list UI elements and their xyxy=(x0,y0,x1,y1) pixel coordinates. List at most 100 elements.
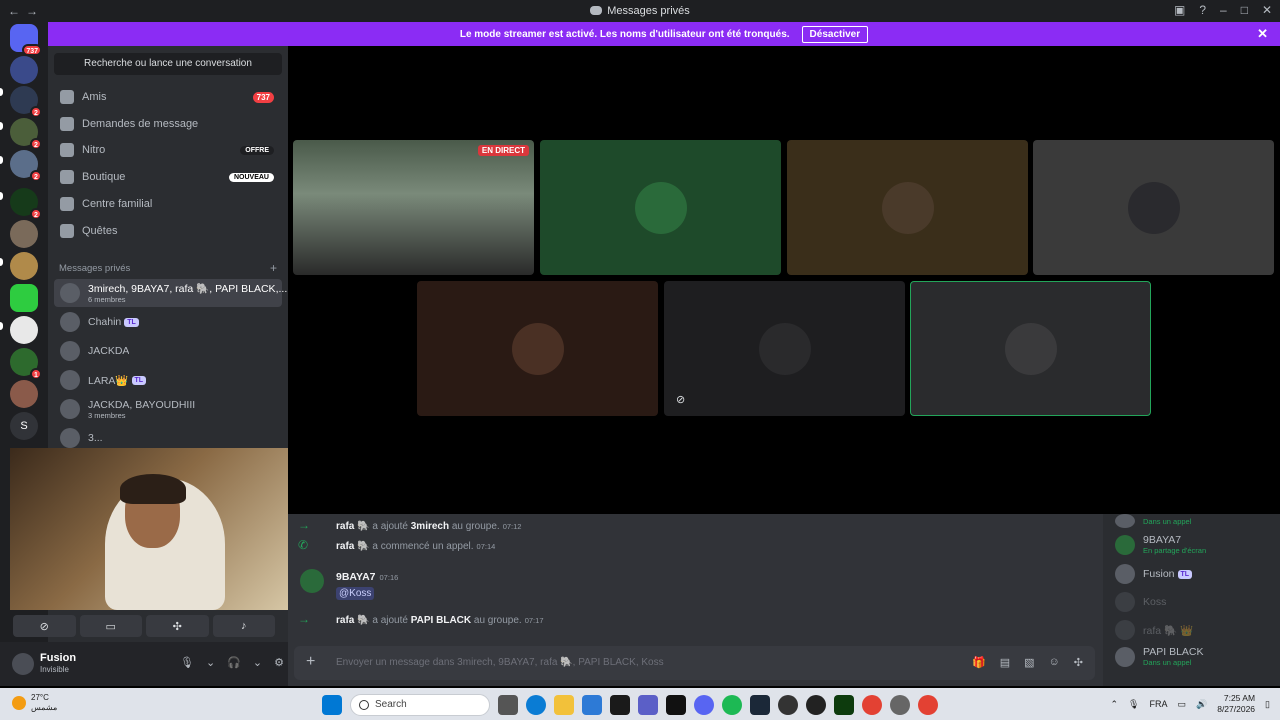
server-icon[interactable] xyxy=(10,284,38,312)
home-button[interactable]: 737 xyxy=(10,24,42,56)
steam-icon[interactable] xyxy=(750,695,770,715)
chevron-down-icon[interactable]: ⌄ xyxy=(206,656,215,669)
gift-icon[interactable]: 🎁 xyxy=(972,656,986,669)
member-item[interactable]: Dans un appel xyxy=(1115,514,1275,528)
sticker-icon[interactable]: ▧ xyxy=(1024,656,1034,669)
app-icon[interactable] xyxy=(834,695,854,715)
microphone-icon[interactable]: 🎙 xyxy=(1128,699,1139,710)
server-icon[interactable]: 2 xyxy=(10,150,42,182)
help-icon[interactable]: ? xyxy=(1199,3,1206,17)
dm-item[interactable]: 3mirech, 9BAYA7, rafa 🐘, PAPI BLACK,... 6… xyxy=(54,279,287,307)
disable-streamer-button[interactable]: Désactiver xyxy=(801,25,869,43)
chevron-up-icon[interactable]: ⌃ xyxy=(1111,699,1119,710)
avatar[interactable] xyxy=(12,653,34,675)
apps-icon[interactable]: ✣ xyxy=(1074,656,1083,669)
participant-tile[interactable] xyxy=(540,140,781,275)
chevron-down-icon[interactable]: ⌄ xyxy=(253,656,262,669)
server-icon[interactable]: 1 xyxy=(10,348,42,380)
member-item[interactable]: Koss xyxy=(1115,592,1275,612)
server-icon[interactable] xyxy=(10,380,38,408)
add-attachment-icon[interactable]: + xyxy=(306,653,315,671)
mention[interactable]: @Koss xyxy=(336,587,375,600)
server-icon[interactable]: S xyxy=(10,412,38,440)
camera-off-button[interactable]: ⊘ xyxy=(13,615,76,637)
dm-item[interactable]: Chahin TL xyxy=(54,308,282,336)
message-composer[interactable]: + Envoyer un message dans 3mirech, 9BAYA… xyxy=(294,646,1095,680)
stream-tile[interactable]: EN DIRECT xyxy=(293,140,534,275)
activities-button[interactable]: ✣ xyxy=(146,615,209,637)
weather-widget[interactable]: 27°C مشمس xyxy=(12,693,57,713)
chat-message: 9BAYA7 07:16 @Koss xyxy=(336,571,399,600)
settings-icon[interactable] xyxy=(890,695,910,715)
inbox-icon[interactable]: ▣ xyxy=(1174,3,1185,17)
search-conversation-button[interactable]: Recherche ou lance une conversation xyxy=(54,53,282,75)
gear-icon[interactable]: ⚙ xyxy=(274,656,284,669)
close-icon[interactable]: ✕ xyxy=(1257,26,1268,42)
windows-start-icon[interactable] xyxy=(322,695,342,715)
clock[interactable]: 7:25 AM 8/27/2026 xyxy=(1217,693,1255,715)
server-icon[interactable]: 2 xyxy=(10,188,42,220)
avatar xyxy=(1115,564,1135,584)
nav-friends[interactable]: Amis 737 xyxy=(54,84,282,110)
server-icon[interactable]: 2 xyxy=(10,118,42,150)
task-view-icon[interactable] xyxy=(498,695,518,715)
dm-item[interactable]: LARA👑 TL xyxy=(54,366,282,394)
close-button[interactable]: ✕ xyxy=(1262,3,1272,17)
file-explorer-icon[interactable] xyxy=(554,695,574,715)
notification-icon[interactable]: ▯ xyxy=(1265,699,1270,710)
spotify-icon[interactable] xyxy=(722,695,742,715)
app-icon[interactable] xyxy=(666,695,686,715)
user-panel: Fusion Invisible 🎙 ⌄ 🎧 ⌄ ⚙ xyxy=(0,642,288,686)
teams-icon[interactable] xyxy=(638,695,658,715)
member-item[interactable]: Fusion TL xyxy=(1115,564,1275,584)
avatar[interactable] xyxy=(300,569,324,593)
server-icon[interactable] xyxy=(10,316,38,344)
edge-icon[interactable] xyxy=(526,695,546,715)
soundboard-button[interactable]: ♪ xyxy=(212,615,275,637)
maximize-button[interactable]: □ xyxy=(1241,3,1248,17)
participant-tile[interactable] xyxy=(1033,140,1274,275)
app-icon[interactable] xyxy=(778,695,798,715)
add-dm-icon[interactable]: + xyxy=(270,261,277,275)
app-icon[interactable] xyxy=(806,695,826,715)
dm-item[interactable]: JACKDA xyxy=(54,337,282,365)
emoji-icon[interactable]: ☺ xyxy=(1049,656,1060,669)
nav-family-center[interactable]: Centre familial xyxy=(54,191,282,217)
gif-icon[interactable]: ▤ xyxy=(1000,656,1010,669)
shop-icon xyxy=(60,170,74,184)
friends-icon xyxy=(60,90,74,104)
discord-icon[interactable] xyxy=(694,695,714,715)
chrome-icon[interactable] xyxy=(862,695,882,715)
server-icon[interactable] xyxy=(10,56,38,84)
member-item[interactable]: PAPI BLACK Dans un appel xyxy=(1115,646,1275,667)
language-indicator[interactable]: FRA xyxy=(1149,699,1167,709)
headphones-icon[interactable]: 🎧 xyxy=(227,656,241,669)
avatar xyxy=(1127,181,1180,234)
sun-icon xyxy=(12,696,26,710)
mail-icon[interactable] xyxy=(582,695,602,715)
server-icon[interactable]: 2 xyxy=(10,86,42,118)
screen-share-button[interactable]: ▭ xyxy=(79,615,142,637)
nav-shop[interactable]: Boutique NOUVEAU xyxy=(54,164,282,190)
taskbar-search[interactable]: Search xyxy=(350,694,490,716)
participant-tile-speaking[interactable] xyxy=(910,281,1151,416)
nav-quests[interactable]: Quêtes xyxy=(54,218,282,244)
dm-item[interactable]: JACKDA, BAYOUDHIII 3 membres xyxy=(54,395,282,423)
member-item[interactable]: rafa 🐘 👑 xyxy=(1115,620,1275,640)
participant-tile[interactable] xyxy=(787,140,1028,275)
microphone-icon[interactable]: 🎙 xyxy=(180,656,194,669)
volume-icon[interactable]: 🔊 xyxy=(1196,699,1207,710)
participant-tile[interactable]: ⊘ xyxy=(664,281,905,416)
server-icon[interactable] xyxy=(10,252,38,280)
minimize-button[interactable]: – xyxy=(1220,3,1227,17)
nav-message-requests[interactable]: Demandes de message xyxy=(54,111,282,137)
server-icon[interactable] xyxy=(10,220,38,248)
store-icon[interactable] xyxy=(610,695,630,715)
nav-nitro[interactable]: Nitro OFFRE xyxy=(54,137,282,163)
member-item[interactable]: 9BAYA7 En partage d'écran xyxy=(1115,534,1275,555)
message-input[interactable]: Envoyer un message dans 3mirech, 9BAYA7,… xyxy=(336,657,664,668)
network-icon[interactable]: ▭ xyxy=(1177,699,1186,710)
system-message: → rafa 🐘 a ajouté PAPI BLACK au groupe. 07… xyxy=(298,612,544,626)
chrome-icon[interactable] xyxy=(918,695,938,715)
participant-tile[interactable] xyxy=(417,281,658,416)
